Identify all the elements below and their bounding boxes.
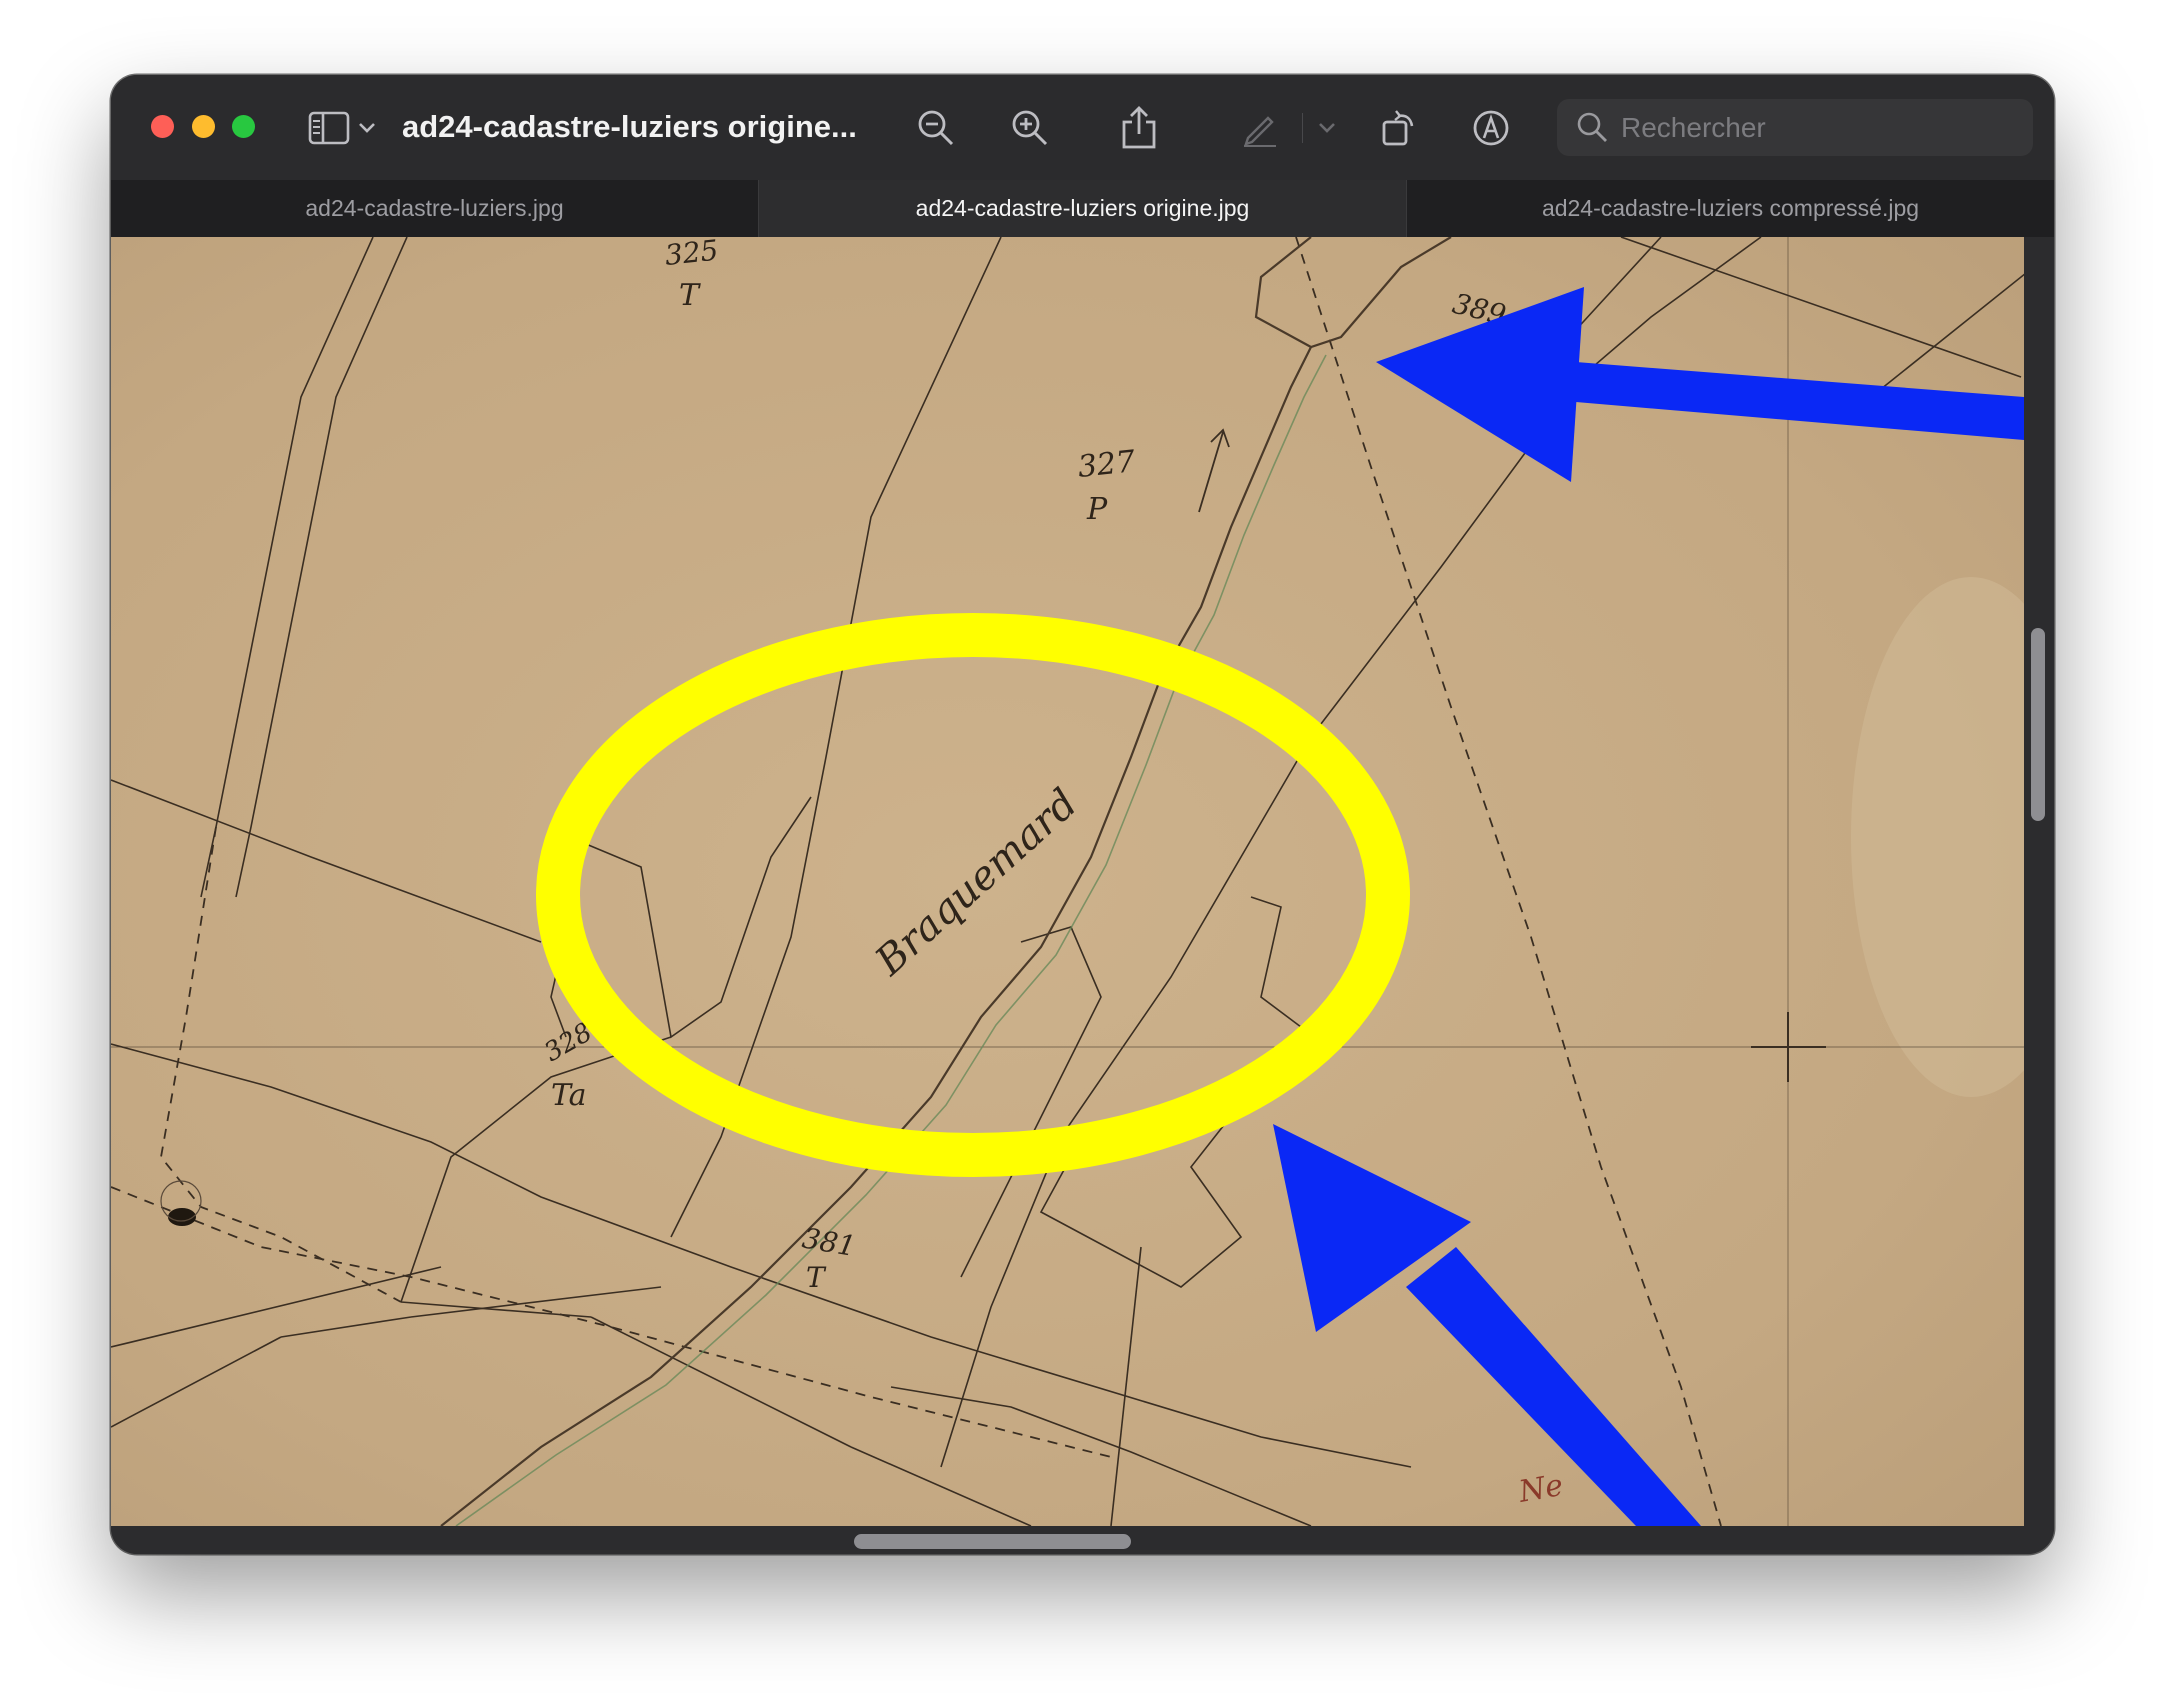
- sidebar-toggle-button[interactable]: [305, 103, 355, 153]
- cadastre-map-image: 325 T 327 P 389 328 Ta 381 T Braquemard …: [111, 237, 2024, 1526]
- zoom-out-icon: [918, 110, 954, 146]
- parcel-label-327: 327: [1076, 444, 1138, 485]
- tab-ad24-cadastre-luziers-origine[interactable]: ad24-cadastre-luziers origine.jpg: [759, 180, 1407, 237]
- preview-window: ad24-cadastre-luziers origine... Recherc…: [111, 75, 2054, 1554]
- vertical-scrollbar-thumb[interactable]: [2031, 628, 2045, 821]
- share-button[interactable]: [1114, 103, 1164, 153]
- minimize-window-button[interactable]: [192, 115, 215, 138]
- toolbar-divider: [1302, 113, 1303, 143]
- horizontal-scrollbar-thumb[interactable]: [854, 1534, 1131, 1549]
- tab-bar: ad24-cadastre-luziers.jpg ad24-cadastre-…: [111, 180, 2054, 237]
- window-title: ad24-cadastre-luziers origine...: [402, 109, 857, 144]
- zoom-out-button[interactable]: [911, 103, 961, 153]
- markup-pen-icon: [1244, 116, 1276, 147]
- rotate-icon: [1382, 110, 1414, 146]
- search-icon: [1577, 112, 1607, 142]
- zoom-in-icon: [1012, 110, 1048, 146]
- image-viewport[interactable]: 325 T 327 P 389 328 Ta 381 T Braquemard …: [111, 237, 2024, 1526]
- zoom-in-button[interactable]: [1005, 103, 1055, 153]
- tab-ad24-cadastre-luziers-compresse[interactable]: ad24-cadastre-luziers compressé.jpg: [1407, 180, 2054, 237]
- map-paper: [111, 237, 2024, 1526]
- markup-button[interactable]: [1235, 103, 1285, 153]
- share-icon: [1122, 106, 1156, 149]
- tab-ad24-cadastre-luziers[interactable]: ad24-cadastre-luziers.jpg: [111, 180, 759, 237]
- markup-menu-button[interactable]: [1314, 103, 1340, 153]
- vertical-scrollbar-track[interactable]: [2024, 237, 2054, 1526]
- ink-blot: [168, 1208, 196, 1226]
- fullscreen-window-button[interactable]: [232, 115, 255, 138]
- parcel-letter-327: P: [1086, 492, 1108, 527]
- title-bar: ad24-cadastre-luziers origine...: [111, 75, 2054, 180]
- annotate-button[interactable]: [1466, 103, 1516, 153]
- search-field[interactable]: [1557, 99, 2033, 156]
- chevron-down-icon: [1319, 123, 1335, 133]
- sidebar-menu-button[interactable]: [354, 103, 380, 153]
- close-window-button[interactable]: [151, 115, 174, 138]
- search-input[interactable]: [1621, 99, 2011, 156]
- rotate-button[interactable]: [1375, 103, 1425, 153]
- sidebar-icon: [308, 111, 350, 145]
- chevron-down-icon: [359, 123, 375, 133]
- parcel-letter-381: T: [806, 1261, 827, 1294]
- parcel-label-325: 325: [663, 237, 720, 272]
- parcel-letter-325: T: [679, 278, 701, 313]
- parcel-letter-328: Ta: [551, 1078, 587, 1113]
- annotate-icon: [1473, 110, 1509, 146]
